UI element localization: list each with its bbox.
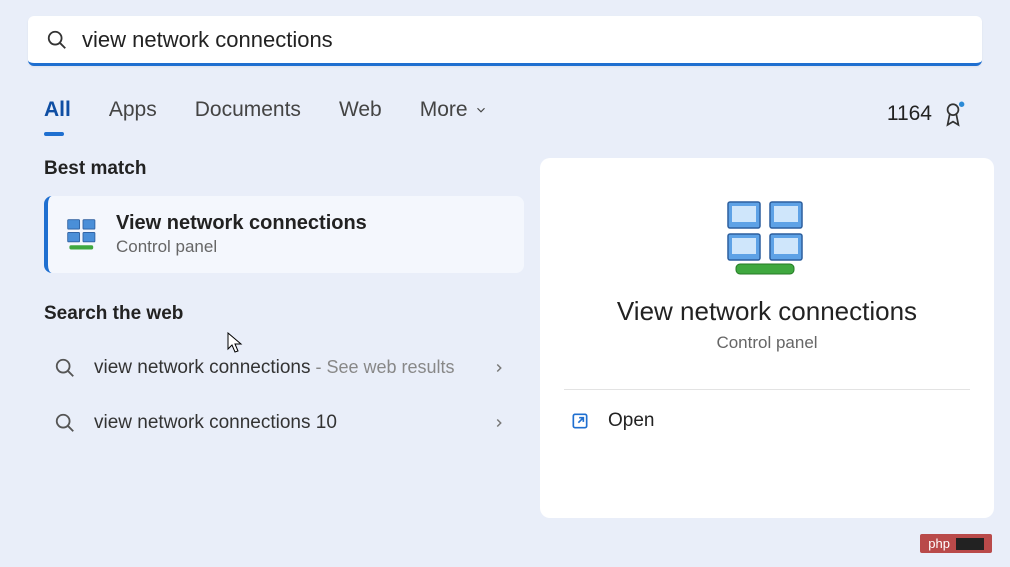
chevron-right-icon [492, 361, 506, 375]
network-connections-icon-large [722, 198, 812, 278]
results-column: Best match View network connections Cont… [44, 158, 524, 518]
chevron-right-icon [492, 416, 506, 430]
tab-more-label: More [420, 98, 468, 122]
search-web-heading: Search the web [44, 303, 524, 325]
tab-more[interactable]: More [420, 98, 488, 130]
web-result-label: view network connections 10 [94, 410, 474, 437]
rewards-points: 1164 [887, 102, 932, 126]
tab-documents[interactable]: Documents [195, 98, 301, 130]
search-icon [54, 357, 76, 379]
open-label: Open [608, 410, 654, 432]
web-result[interactable]: view network connections 10 [44, 396, 524, 451]
watermark-block [956, 538, 984, 550]
best-match-subtitle: Control panel [116, 237, 367, 257]
tabs-row: All Apps Documents Web More 1164 [0, 66, 1010, 130]
search-icon [46, 29, 68, 51]
best-match-result[interactable]: View network connections Control panel [44, 196, 524, 273]
preview-title: View network connections [617, 296, 917, 327]
web-result-label: view network connections - See web resul… [94, 355, 474, 382]
watermark-text: php [928, 536, 950, 551]
search-icon [54, 412, 76, 434]
open-external-icon [570, 411, 590, 431]
best-match-text: View network connections Control panel [116, 212, 367, 257]
preview-subtitle: Control panel [716, 333, 817, 353]
tab-apps[interactable]: Apps [109, 98, 157, 130]
best-match-title: View network connections [116, 212, 367, 235]
tab-web[interactable]: Web [339, 98, 382, 130]
best-match-heading: Best match [44, 158, 524, 180]
watermark-badge: php [920, 534, 992, 553]
rewards-badge-icon [940, 101, 966, 127]
tab-all[interactable]: All [44, 98, 71, 130]
network-connections-icon [66, 218, 100, 252]
search-bar[interactable] [28, 16, 982, 66]
search-input[interactable] [82, 27, 964, 53]
web-result[interactable]: view network connections - See web resul… [44, 341, 524, 396]
open-action[interactable]: Open [564, 390, 970, 452]
preview-panel: View network connections Control panel O… [540, 158, 994, 518]
chevron-down-icon [474, 103, 488, 117]
rewards-score[interactable]: 1164 [887, 101, 966, 127]
